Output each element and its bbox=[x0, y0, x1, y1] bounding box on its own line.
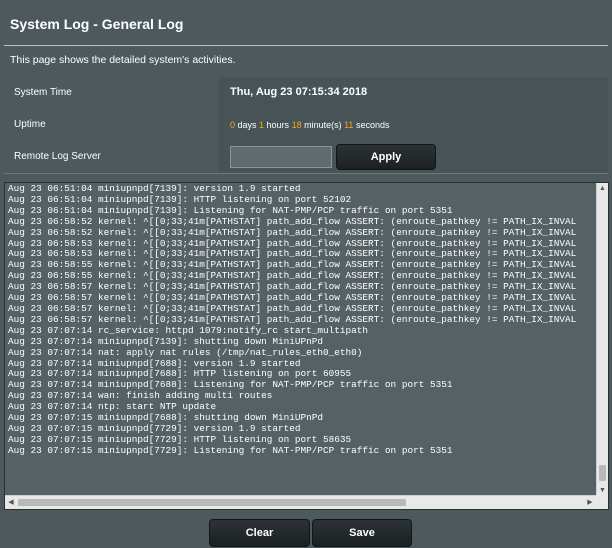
page-title: System Log - General Log bbox=[10, 16, 184, 32]
remote-log-label: Remote Log Server bbox=[14, 151, 101, 162]
apply-button[interactable]: Apply bbox=[336, 144, 436, 170]
horizontal-scrollbar[interactable]: ◀ ▶ bbox=[5, 495, 596, 509]
remote-log-server-input[interactable] bbox=[230, 146, 332, 168]
title-bar: System Log - General Log bbox=[0, 0, 612, 44]
system-time-value: Thu, Aug 23 07:15:34 2018 bbox=[230, 86, 368, 98]
log-line: Aug 23 07:07:14 nat: apply nat rules (/t… bbox=[8, 346, 363, 358]
uptime-days-unit: days bbox=[235, 120, 260, 130]
vertical-scroll-thumb[interactable] bbox=[599, 465, 606, 481]
chevron-right-icon[interactable]: ▶ bbox=[584, 496, 596, 509]
horizontal-scroll-thumb[interactable] bbox=[18, 499, 406, 506]
system-time-row: System Time Thu, Aug 23 07:15:34 2018 bbox=[4, 77, 608, 110]
system-time-label: System Time bbox=[14, 87, 72, 98]
uptime-label: Uptime bbox=[14, 119, 46, 130]
uptime-value-cell: 0 days 1 hours 18 minute(s) 11 seconds bbox=[218, 109, 608, 142]
log-textarea[interactable]: Aug 23 06:51:04 miniupnpd[7139]: version… bbox=[4, 182, 609, 510]
system-time-label-cell: System Time bbox=[4, 77, 218, 110]
page-description: This page shows the detailed system's ac… bbox=[10, 54, 236, 66]
uptime-minutes: 18 bbox=[291, 120, 302, 130]
scrollbar-corner bbox=[596, 495, 608, 509]
log-line: Aug 23 06:58:52 kernel: ^[[0;33;41m[PATH… bbox=[8, 226, 577, 238]
uptime-label-cell: Uptime bbox=[4, 109, 218, 142]
system-time-value-cell: Thu, Aug 23 07:15:34 2018 bbox=[218, 77, 608, 110]
clear-button[interactable]: Clear bbox=[209, 519, 310, 547]
uptime-seconds-unit: seconds bbox=[353, 120, 390, 130]
system-log-page: System Log - General Log This page shows… bbox=[0, 0, 612, 548]
log-line: Aug 23 07:07:15 miniupnpd[7729]: Listeni… bbox=[8, 444, 453, 456]
log-content: Aug 23 06:51:04 miniupnpd[7139]: version… bbox=[8, 183, 577, 457]
vertical-scrollbar[interactable]: ▲ ▼ bbox=[596, 183, 608, 497]
title-divider bbox=[4, 45, 608, 46]
uptime-minutes-unit: minute(s) bbox=[301, 120, 345, 130]
uptime-hours-unit: hours bbox=[264, 120, 292, 130]
uptime-value: 0 days 1 hours 18 minute(s) 11 seconds bbox=[230, 120, 389, 130]
chevron-left-icon[interactable]: ◀ bbox=[5, 496, 17, 509]
uptime-row: Uptime 0 days 1 hours 18 minute(s) 11 se… bbox=[4, 109, 608, 142]
remote-log-label-cell: Remote Log Server bbox=[4, 141, 218, 174]
log-line: Aug 23 06:58:52 kernel: ^[[0;33;41m[PATH… bbox=[8, 215, 577, 227]
log-line: Aug 23 07:07:14 miniupnpd[7139]: shuttin… bbox=[8, 335, 324, 347]
chevron-up-icon[interactable]: ▲ bbox=[597, 183, 608, 195]
remote-log-row: Remote Log Server Apply bbox=[4, 141, 608, 174]
remote-log-value-cell: Apply bbox=[218, 141, 608, 174]
save-button[interactable]: Save bbox=[312, 519, 412, 547]
